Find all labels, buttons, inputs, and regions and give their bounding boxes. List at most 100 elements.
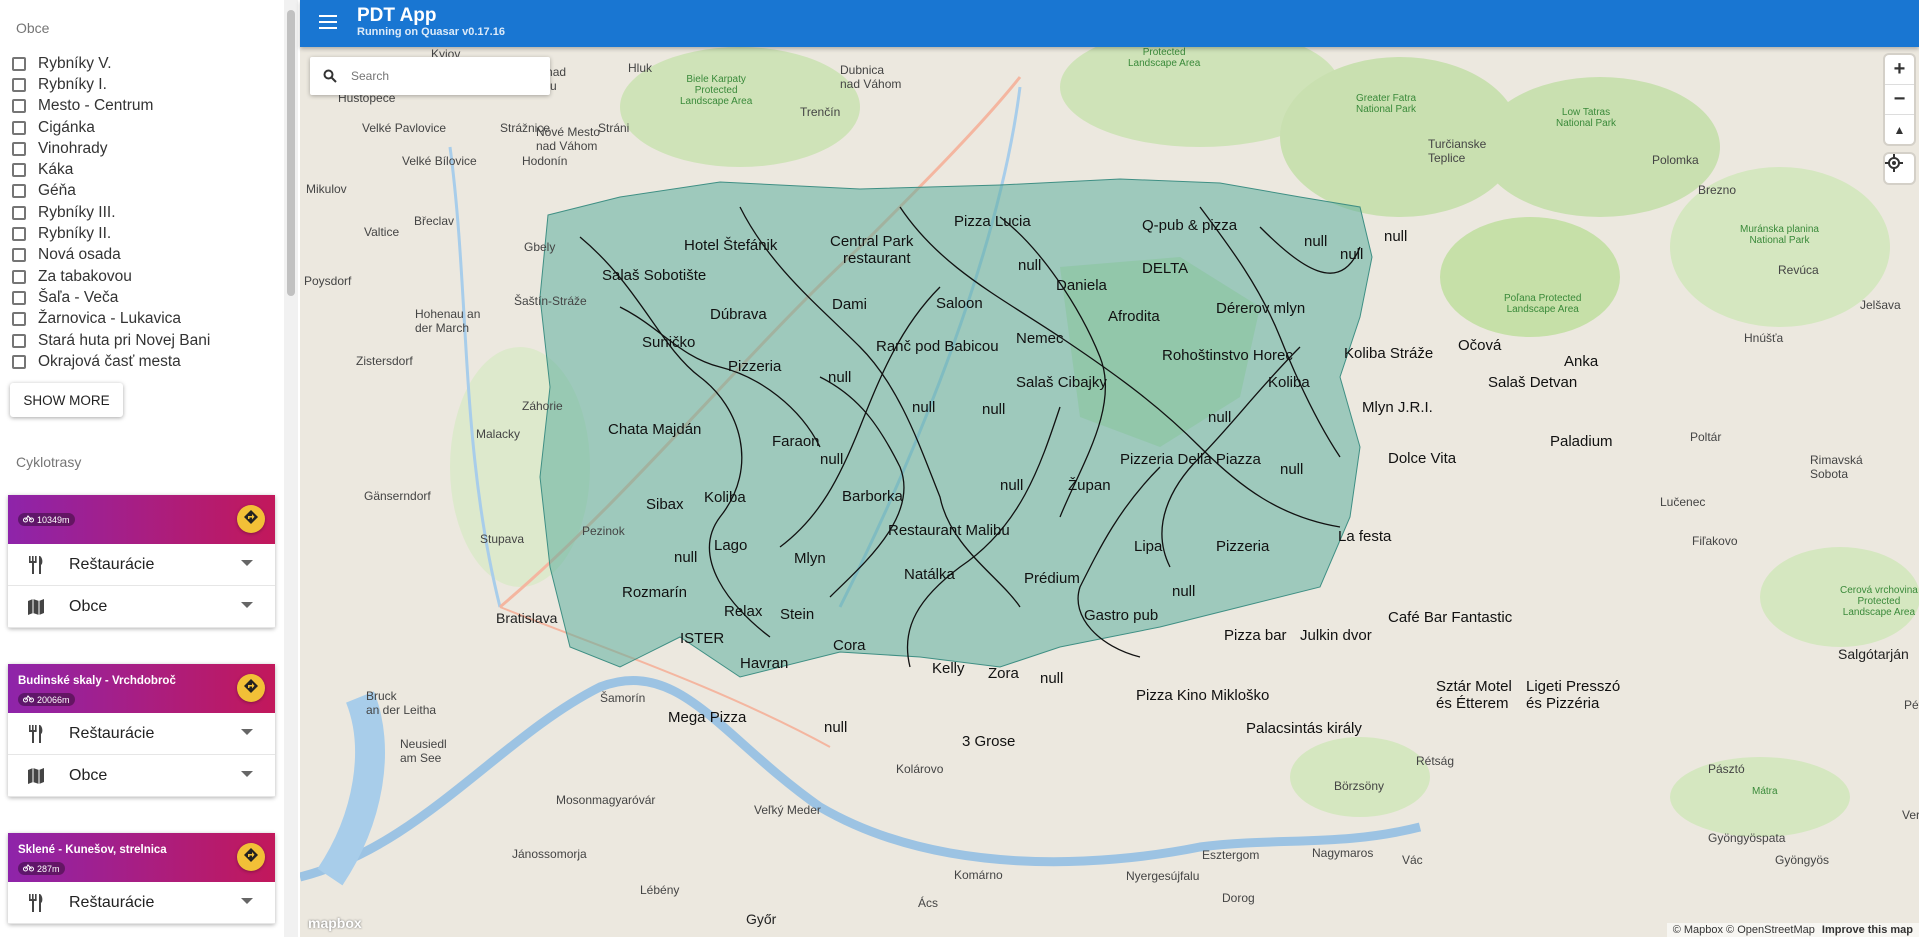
chevron-down-icon [241,729,253,735]
bike-icon [23,863,34,874]
search-input[interactable] [349,68,533,84]
restaurant-label: Mlyn [794,550,826,567]
checkbox[interactable] [12,184,26,199]
obec-checkbox-item[interactable]: Stará huta pri Novej Bani [12,330,210,351]
obec-label: Šaľa - Veča [38,288,119,306]
restaurant-label: Župan [1068,477,1111,494]
city-label: Fiľakovo [1692,534,1738,548]
checkbox[interactable] [12,227,26,242]
obec-checkbox-item[interactable]: Cigánka [12,117,210,138]
obec-checkbox-item[interactable]: Géňa [12,181,210,202]
scrollbar-thumb[interactable] [287,10,295,296]
route-expand-obce[interactable]: Obce [8,586,275,628]
checkbox[interactable] [12,312,26,327]
checkbox[interactable] [12,77,26,92]
city-label: Dorog [1222,891,1255,905]
map-icon [25,767,47,784]
checkbox[interactable] [12,163,26,178]
obec-checkbox-item[interactable]: Rybníky II. [12,223,210,244]
city-label: Revúca [1778,263,1819,277]
checkbox[interactable] [12,99,26,114]
city-label: Gänserndorf [364,489,431,503]
compass-button[interactable]: ▲ [1885,115,1914,144]
zoom-out-button[interactable]: − [1885,85,1914,115]
obec-checkbox-item[interactable]: Rybníky III. [12,202,210,223]
checkbox[interactable] [12,120,26,135]
checkbox[interactable] [12,141,26,156]
obec-checkbox-item[interactable]: Káka [12,159,210,180]
bike-icon [23,514,34,525]
app-subtitle: Running on Quasar v0.17.16 [357,26,505,38]
restaurant-label: Dérerov mlyn [1216,300,1306,317]
directions-button[interactable] [237,674,265,702]
zoom-in-button[interactable]: + [1885,55,1914,85]
city-label: Stupava [480,532,525,546]
attribution-text[interactable]: © Mapbox © OpenStreetMap [1673,924,1815,936]
checkbox[interactable] [12,269,26,284]
restaurant-label: Pizza Lucia [954,213,1031,230]
zoom-control: + − ▲ [1885,55,1914,144]
obec-checkbox-item[interactable]: Za tabakovou [12,266,210,287]
city-label: Břeclav [414,214,455,228]
geolocate-button[interactable] [1885,154,1914,183]
obec-checkbox-item[interactable]: Vinohrady [12,138,210,159]
obec-checkbox-item[interactable]: Šaľa - Veča [12,287,210,308]
obec-label: Rybníky II. [38,225,112,243]
restaurant-label: Barborka [842,488,903,505]
map[interactable]: KyjovVeselí nad MoravouHlukDubnica nad V… [300,47,1919,937]
restaurant-label: null [828,369,852,386]
obec-label: Nová osada [38,246,121,264]
restaurant-label: Natálka [904,566,955,583]
city-label: Esztergom [1202,848,1260,862]
restaurant-label: Hotel Štefánik [684,237,778,254]
sidebar-scrollbar[interactable] [284,0,298,937]
mapbox-logo[interactable]: mapbox [308,915,362,931]
route-card-header[interactable]: Sklené - Kunešov, strelnica 287m [8,833,275,882]
restaurant-label: Café Bar Fantastic [1388,609,1513,626]
checkbox[interactable] [12,354,26,369]
directions-button[interactable] [237,843,265,871]
directions-button[interactable] [237,505,265,533]
city-label: Poysdorf [304,274,352,288]
checkbox[interactable] [12,205,26,220]
route-expand-restauracie[interactable]: Reštaurácie [8,882,275,924]
menu-button[interactable] [314,10,342,38]
city-label: Győr [746,911,777,927]
restaurant-label: 3 Grose [962,733,1016,750]
checkbox[interactable] [12,290,26,305]
map-search[interactable] [310,57,550,95]
restaurant-label: Dami [832,296,868,313]
route-expand-obce[interactable]: Obce [8,755,275,797]
distance-value: 10349m [37,514,70,525]
expand-label: Obce [69,766,108,784]
show-more-button[interactable]: Show more [10,383,123,417]
restaurant-label: null [912,399,936,416]
distance-badge: 20066m [18,693,75,706]
obec-checkbox-item[interactable]: Okrajová časť mesta [12,351,210,372]
checkbox[interactable] [12,248,26,263]
obec-checkbox-item[interactable]: Mesto - Centrum [12,96,210,117]
route-expand-restauracie[interactable]: Reštaurácie [8,713,275,755]
expand-label: Reštaurácie [69,724,155,742]
restaurant-label: Koliba [1268,374,1310,391]
checkbox[interactable] [12,333,26,348]
restaurant-label: Afrodita [1108,308,1160,325]
route-card-header[interactable]: 10349m [8,495,275,544]
obec-label: Vinohrady [38,139,108,157]
obec-checkbox-item[interactable]: Rybníky I. [12,74,210,95]
checkbox[interactable] [12,56,26,71]
obec-checkbox-item[interactable]: Nová osada [12,245,210,266]
distance-value: 20066m [37,694,70,705]
obec-checkbox-item[interactable]: Rybníky V. [12,53,210,74]
restaurant-label: Restaurant Malibu [888,522,1010,539]
city-label: Salgótarján [1838,646,1909,662]
restaurant-label: restaurant [843,250,911,267]
restaurant-label: Stein [780,606,815,623]
improve-map-link[interactable]: Improve this map [1822,924,1913,936]
city-label: Bruck an der Leitha [366,689,437,717]
restaurant-label: Prédium [1024,570,1080,587]
route-card-header[interactable]: Budinské skaly - Vrchdobroč 20066m [8,664,275,713]
obec-checkbox-item[interactable]: Žarnovica - Lukavica [12,309,210,330]
route-expand-restauracie[interactable]: Reštaurácie [8,544,275,586]
obce-list: Rybníky V. Rybníky I. Mesto - Centrum Cigán… [12,53,210,372]
